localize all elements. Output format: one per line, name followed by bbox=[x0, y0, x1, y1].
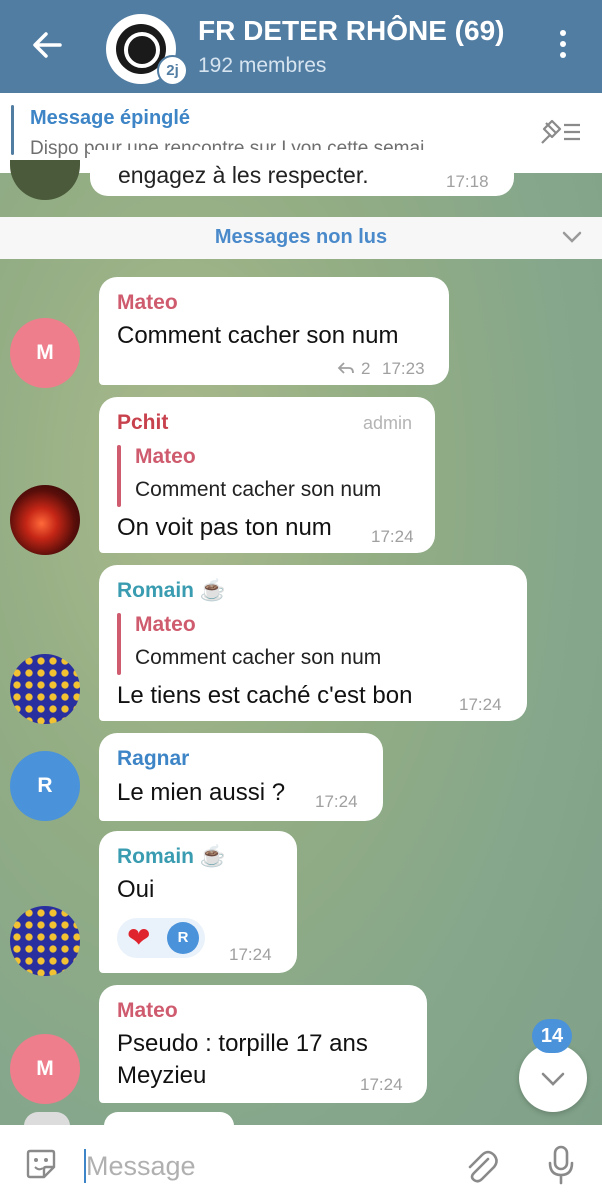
more-options-icon[interactable] bbox=[553, 30, 573, 64]
message-bubble: Romain ☕ Oui ❤ R 17:24 bbox=[99, 831, 297, 973]
message-bubble: Mateo Pseudo : torpille 17 ans Meyzieu 1… bbox=[99, 985, 427, 1103]
message-bubble: Pchit admin Mateo Comment cacher son num… bbox=[99, 397, 435, 553]
sender-name[interactable]: Romain ☕ bbox=[117, 579, 226, 603]
avatar[interactable] bbox=[10, 906, 80, 976]
group-title[interactable]: FR DETER RHÔNE (69) bbox=[198, 15, 504, 47]
sender-name[interactable]: Mateo bbox=[117, 291, 178, 315]
message-text: Le mien aussi ? bbox=[117, 779, 286, 806]
message-time: 17:24 bbox=[315, 792, 358, 811]
avatar[interactable]: M bbox=[10, 1034, 80, 1104]
avatar bbox=[24, 1112, 70, 1126]
pinned-label: Message épinglé bbox=[30, 107, 191, 129]
reactor-avatar: R bbox=[167, 922, 199, 954]
back-arrow-icon[interactable] bbox=[30, 28, 64, 62]
group-avatar-badge: 2j bbox=[157, 55, 188, 86]
message-bubble: Romain ☕ Mateo Comment cacher son num Le… bbox=[99, 565, 527, 721]
message-text: Comment cacher son num bbox=[117, 322, 399, 349]
message-bubble: Mateo Comment cacher son num 2 17:23 bbox=[99, 277, 449, 385]
microphone-icon[interactable] bbox=[546, 1145, 576, 1185]
message-time: 17:24 bbox=[459, 695, 502, 714]
sender-name[interactable]: Mateo bbox=[117, 999, 178, 1023]
message-text-line: Meyzieu bbox=[117, 1062, 207, 1089]
chevron-down-icon bbox=[541, 1072, 565, 1086]
reply-count[interactable]: 2 bbox=[361, 359, 370, 379]
chat-header: 2j FR DETER RHÔNE (69) 192 membres bbox=[0, 0, 602, 93]
message-time: 17:23 bbox=[382, 359, 425, 378]
avatar[interactable] bbox=[10, 654, 80, 724]
message-time: 17:24 bbox=[229, 945, 272, 964]
sender-name[interactable]: Pchit bbox=[117, 411, 168, 435]
message-bubble: Ragnar Le mien aussi ? 17:24 bbox=[99, 733, 383, 821]
message-text: Le tiens est caché c'est bon bbox=[117, 682, 413, 709]
reply-icon bbox=[337, 362, 354, 374]
avatar[interactable]: R bbox=[10, 751, 80, 821]
avatar[interactable] bbox=[10, 485, 80, 555]
unread-label: Messages non lus bbox=[214, 226, 388, 248]
reaction-chip[interactable]: ❤ R bbox=[117, 918, 205, 958]
member-count: 192 membres bbox=[198, 54, 327, 77]
sender-name[interactable]: Romain ☕ bbox=[117, 845, 226, 869]
message-time: 17:24 bbox=[360, 1075, 403, 1094]
unread-count-badge: 14 bbox=[532, 1019, 572, 1053]
message-text: Oui bbox=[117, 876, 155, 903]
scroll-to-bottom-button[interactable] bbox=[519, 1044, 587, 1112]
message-text-line: Pseudo : torpille 17 ans bbox=[117, 1030, 368, 1057]
message-text: On voit pas ton num bbox=[117, 514, 332, 541]
avatar[interactable]: M bbox=[10, 318, 80, 388]
message-time: 17:18 bbox=[446, 172, 489, 191]
admin-badge: admin bbox=[363, 413, 413, 433]
quote-sender: Mateo bbox=[135, 445, 196, 468]
message-time: 17:24 bbox=[371, 527, 414, 546]
chevron-down-icon[interactable] bbox=[560, 225, 584, 249]
quote-text: Comment cacher son num bbox=[135, 478, 382, 501]
quote-sender: Mateo bbox=[135, 613, 196, 636]
message-input-bar: Message bbox=[0, 1125, 602, 1200]
sticker-icon[interactable] bbox=[24, 1147, 58, 1181]
message-text: engagez à les respecter. bbox=[118, 162, 369, 188]
message-input[interactable]: Message bbox=[86, 1151, 196, 1182]
message-bubble bbox=[104, 1112, 234, 1126]
quote-text: Comment cacher son num bbox=[135, 646, 382, 669]
message-bubble: engagez à les respecter. 17:18 bbox=[90, 150, 514, 196]
pinned-list-icon[interactable] bbox=[538, 117, 582, 147]
heart-icon: ❤ bbox=[127, 922, 151, 953]
sender-name[interactable]: Ragnar bbox=[117, 747, 189, 771]
unread-divider: Messages non lus bbox=[0, 217, 602, 259]
attach-icon[interactable] bbox=[462, 1145, 498, 1185]
